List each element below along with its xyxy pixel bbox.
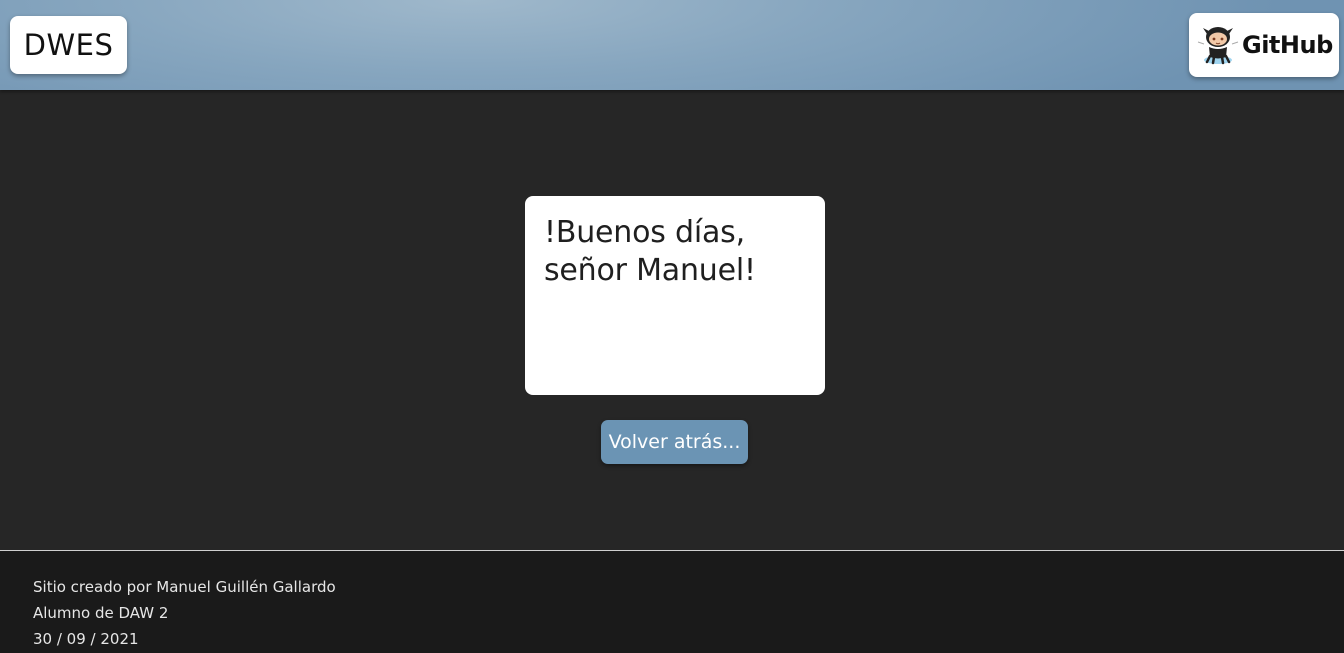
site-logo[interactable]: DWES (10, 16, 127, 74)
site-header: DWES GitHub (0, 0, 1344, 90)
footer-author: Sitio creado por Manuel Guillén Gallardo (33, 578, 336, 596)
footer-date: 30 / 09 / 2021 (33, 630, 139, 648)
github-label: GitHub (1242, 31, 1333, 59)
site-footer: Sitio creado por Manuel Guillén Gallardo… (0, 550, 1344, 653)
greeting-card: !Buenos días, señor Manuel! (525, 196, 825, 395)
octocat-icon (1197, 20, 1239, 70)
back-button[interactable]: Volver atrás... (601, 420, 748, 464)
footer-course: Alumno de DAW 2 (33, 604, 169, 622)
greeting-text: !Buenos días, señor Manuel! (544, 215, 756, 288)
github-link[interactable]: GitHub (1189, 13, 1339, 77)
logo-text: DWES (23, 28, 114, 62)
